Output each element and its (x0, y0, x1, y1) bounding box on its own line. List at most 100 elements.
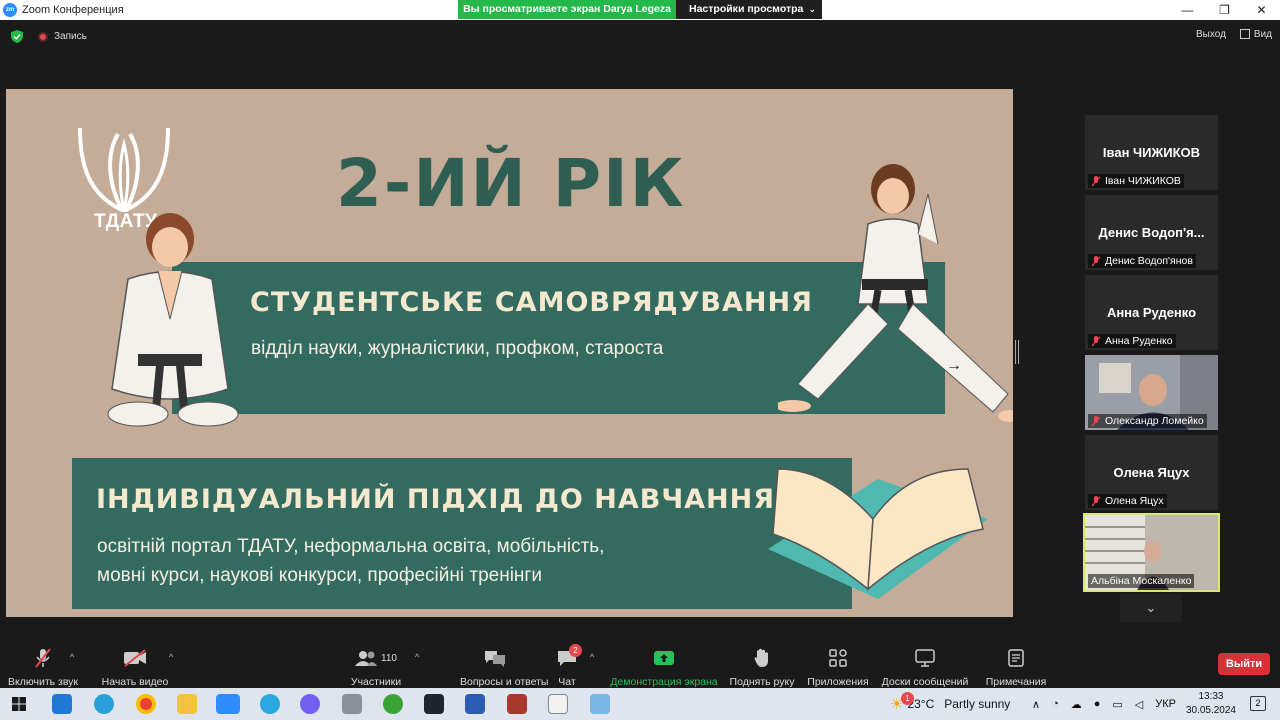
participant-display-name: Олена Яцух (1113, 465, 1190, 480)
top-right-controls: Выход Вид (1196, 29, 1272, 40)
word-icon[interactable] (465, 694, 485, 714)
windows-start-icon[interactable] (12, 697, 26, 711)
karate-boy-illustration (107, 213, 239, 427)
telegram-icon[interactable] (260, 694, 280, 714)
leave-button[interactable]: Выйти (1218, 653, 1270, 675)
maximize-button[interactable]: ❐ (1206, 0, 1243, 20)
minimize-button[interactable]: — (1169, 0, 1206, 20)
weather-alert-badge: 1 (901, 692, 914, 705)
microphone-icon[interactable]: ● (1094, 698, 1101, 710)
apps-label: Приложения (807, 676, 869, 688)
section1-text: відділ науки, журналістики, профком, ста… (251, 338, 664, 359)
recording-indicator[interactable]: Запись (38, 31, 87, 42)
record-icon (38, 31, 48, 42)
paint-icon[interactable] (590, 694, 610, 714)
utorrent-icon[interactable] (383, 694, 403, 714)
edge-browser-icon[interactable] (94, 694, 114, 714)
mic-muted-icon (1091, 415, 1101, 426)
language-indicator[interactable]: УКР (1155, 698, 1176, 710)
open-book-illustration (768, 468, 988, 599)
apps-button[interactable]: Приложения (804, 648, 872, 688)
participant-label: Альбіна Москаленко (1088, 574, 1195, 588)
participants-label: Участники (350, 676, 402, 688)
view-button[interactable]: Вид (1239, 29, 1272, 40)
qa-button[interactable]: Вопросы и ответы (460, 648, 549, 688)
section2-title: ІНДИВІДУАЛЬНИЙ ПІДХІД ДО НАВЧАННЯ (96, 484, 776, 515)
notes-button[interactable]: Примечания (982, 648, 1050, 688)
clock-date: 30.05.2024 (1185, 705, 1236, 716)
unmute-button[interactable]: Включить звук (8, 648, 78, 688)
participant-display-name: Іван ЧИЖИКОВ (1102, 145, 1201, 160)
zoom-app-icon[interactable] (216, 694, 240, 714)
notification-center-button[interactable]: 2 (1250, 696, 1266, 711)
participant-video-tile[interactable]: Олександр Ломейко (1085, 355, 1218, 430)
participants-scroll-down-button[interactable]: ⌄ (1120, 594, 1182, 622)
mic-muted-icon (1091, 335, 1101, 346)
view-options-button[interactable]: Настройки просмотра ⌄ (676, 0, 822, 19)
vpn-shield-icon[interactable] (424, 694, 444, 714)
raise-hand-icon (754, 648, 768, 667)
participant-label: Олександр Ломейко (1088, 414, 1207, 428)
participant-name: Альбіна Москаленко (1091, 575, 1192, 587)
system-tray: ∧ ◔ ☁ ● ▭ ◁ УКР (1032, 688, 1176, 720)
calculator-icon[interactable] (342, 694, 362, 714)
winrar-icon[interactable] (507, 694, 527, 714)
exit-fullscreen-button[interactable]: Выход (1196, 29, 1226, 40)
network-icon[interactable]: ◔ (1052, 698, 1059, 710)
participant-name: Денис Водоп'янов (1105, 255, 1193, 267)
chat-options-caret-icon[interactable]: ^ (590, 652, 594, 662)
volume-icon[interactable]: ◁ (1135, 698, 1143, 711)
file-explorer-icon[interactable] (177, 694, 197, 714)
participant-tile[interactable]: Олена Яцух Олена Яцух (1085, 435, 1218, 510)
view-options-label: Настройки просмотра (689, 3, 804, 15)
slide-title: 2-ИЙ РІК (336, 145, 686, 222)
chat-label: Чат (558, 676, 576, 688)
qa-icon (485, 651, 505, 667)
split-drag-handle[interactable] (1015, 340, 1019, 364)
qa-label: Вопросы и ответы (460, 676, 549, 688)
viber-icon[interactable] (300, 694, 320, 714)
participant-name: Олександр Ломейко (1105, 415, 1204, 427)
onedrive-icon[interactable]: ☁ (1071, 698, 1082, 711)
raise-hand-button[interactable]: Поднять руку (726, 648, 798, 688)
audio-options-caret-icon[interactable]: ^ (70, 652, 74, 662)
participants-count: 110 (381, 652, 397, 664)
battery-icon[interactable]: ▭ (1112, 698, 1122, 711)
security-shield-icon[interactable] (11, 30, 23, 43)
mail-icon[interactable] (52, 694, 72, 714)
chrome-browser-icon[interactable] (136, 694, 156, 714)
whiteboards-button[interactable]: Доски сообщений (878, 648, 972, 688)
mic-muted-icon (35, 648, 51, 668)
karate-girl-illustration (778, 164, 1013, 422)
title-bar: zm Zoom Конференция Вы просматриваете эк… (0, 0, 1280, 20)
window-title: Zoom Конференция (22, 4, 124, 16)
clock-time: 13:33 (1198, 691, 1224, 702)
meeting-toolbar: Включить звук ^ Начать видео ^ 110 Участ… (0, 640, 1280, 688)
participant-name: Іван ЧИЖИКОВ (1105, 175, 1181, 187)
close-button[interactable]: ✕ (1243, 0, 1280, 20)
start-video-button[interactable]: Начать видео (100, 648, 170, 688)
weather-text: Partly sunny (944, 697, 1011, 711)
clock[interactable]: 13:33 30.05.2024 (1186, 690, 1236, 718)
participant-name: Анна Руденко (1105, 335, 1173, 347)
participant-tile[interactable]: Іван ЧИЖИКОВ Іван ЧИЖИКОВ (1085, 115, 1218, 190)
whiteboards-label: Доски сообщений (881, 676, 969, 688)
chevron-down-icon: ⌄ (808, 4, 816, 14)
participant-name: Олена Яцух (1105, 495, 1164, 507)
notes-label: Примечания (985, 676, 1047, 688)
share-screen-button[interactable]: Демонстрация экрана (610, 648, 718, 688)
windows-taskbar: ☀ 23°C Partly sunny 1 ∧ ◔ ☁ ● ▭ ◁ УКР 13… (0, 688, 1280, 720)
calendar-app-icon[interactable] (548, 694, 568, 714)
share-banner: Вы просматриваете экран Darya Legeza Нас… (458, 0, 822, 19)
participant-tile[interactable]: Денис Водоп'я... Денис Водоп'янов (1085, 195, 1218, 270)
participant-tile[interactable]: Анна Руденко Анна Руденко (1085, 275, 1218, 350)
participant-video-tile-active[interactable]: Альбіна Москаленко (1083, 513, 1220, 592)
video-options-caret-icon[interactable]: ^ (169, 652, 173, 662)
section1-title: СТУДЕНТСЬКЕ САМОВРЯДУВАННЯ (250, 287, 813, 318)
participants-button[interactable]: 110 Участники (346, 648, 406, 688)
shared-screen: ТДАТУ 2-ИЙ РІК СТУДЕНТСЬКЕ САМОВРЯДУВАНН… (6, 89, 1013, 617)
participants-options-caret-icon[interactable]: ^ (415, 652, 419, 662)
window-controls: — ❐ ✕ (1169, 0, 1280, 20)
section2-line2: мовні курси, наукові конкурси, професійн… (97, 565, 542, 586)
tray-expand-icon[interactable]: ∧ (1032, 698, 1040, 711)
